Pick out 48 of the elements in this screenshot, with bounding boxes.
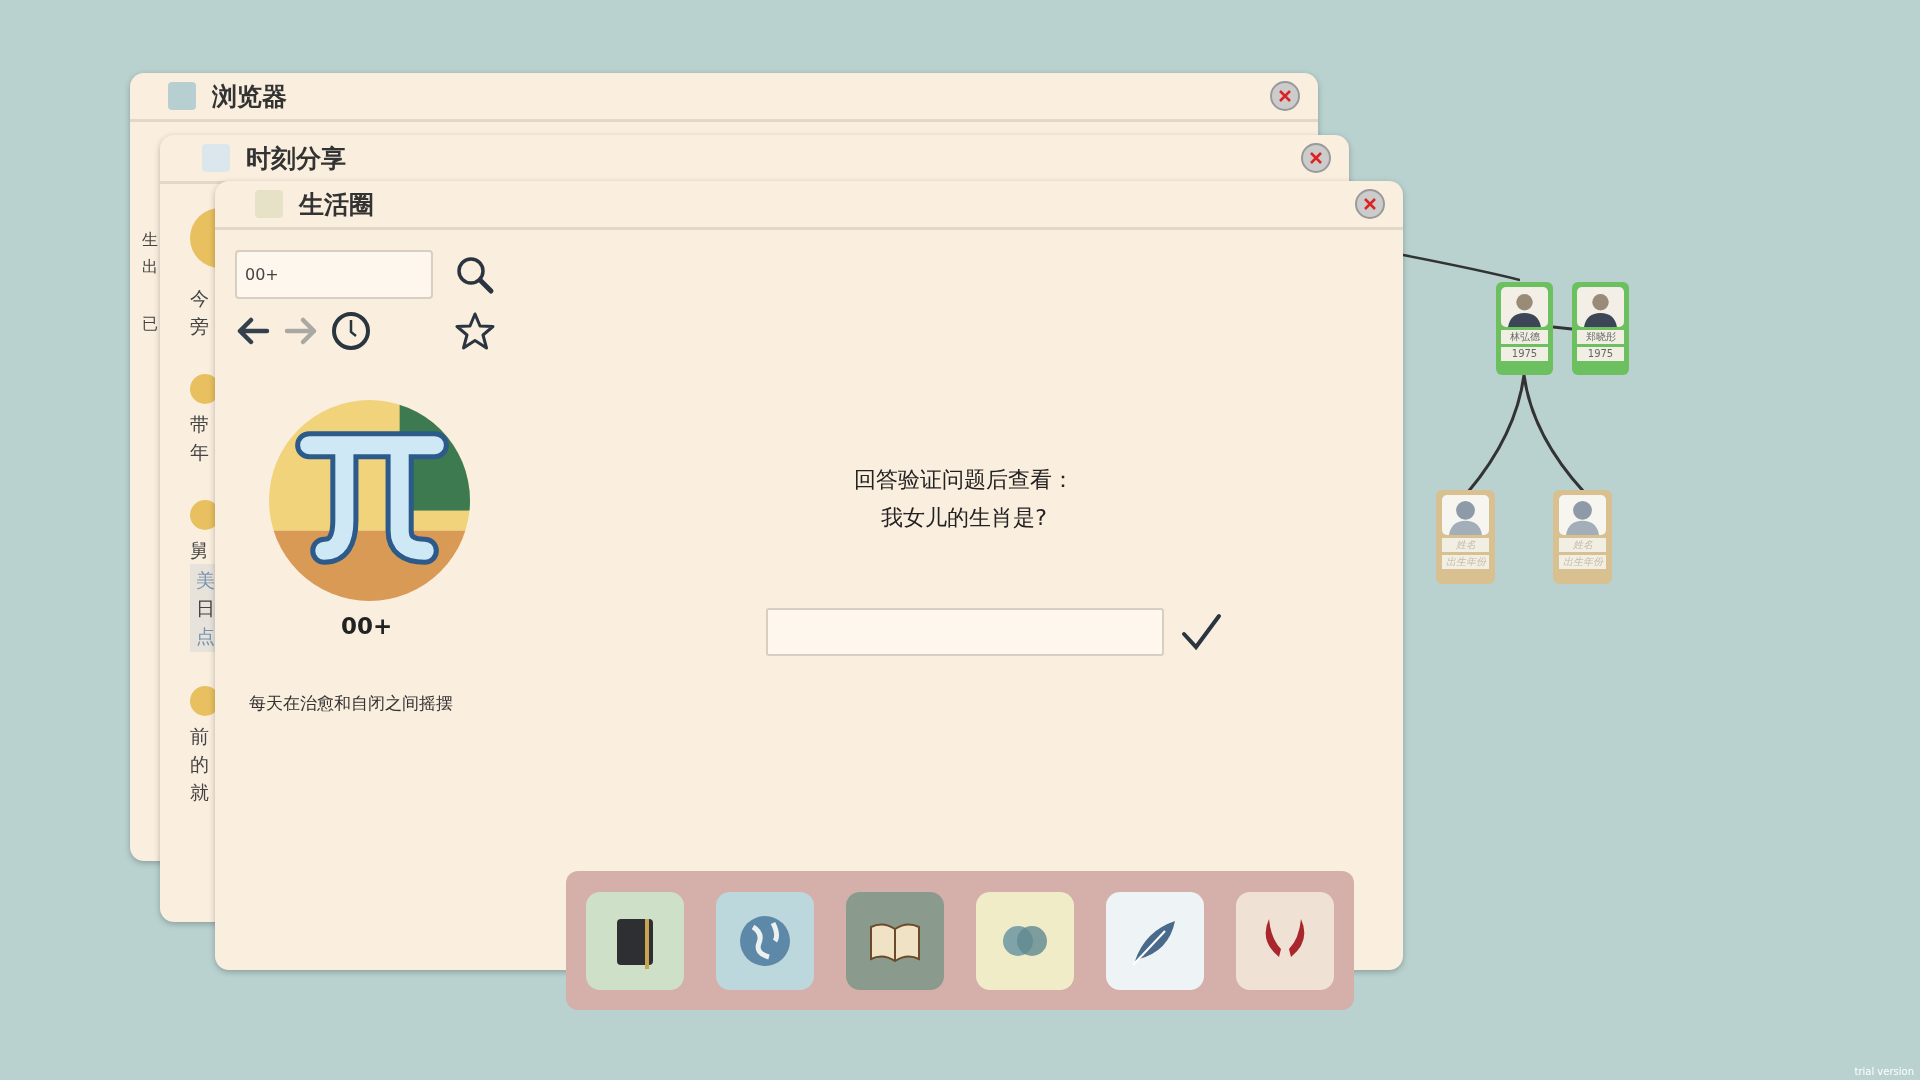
question-text: 回答验证问题后查看：	[854, 466, 1074, 494]
clock-icon[interactable]	[331, 311, 371, 351]
text-fragment: 年	[190, 440, 209, 465]
couple-connector	[1553, 325, 1572, 331]
search-field[interactable]: 00+	[235, 250, 433, 299]
back-arrow-icon[interactable]	[235, 316, 271, 346]
text-fragment: 今	[190, 286, 209, 311]
person-card[interactable]: 郑晓彤 1975	[1572, 282, 1629, 375]
text-fragment: 舅	[190, 538, 209, 563]
notebook-icon[interactable]	[586, 891, 684, 990]
search-icon[interactable]	[455, 254, 495, 295]
person-name: 郑晓彤	[1577, 330, 1624, 344]
person-silhouette-icon	[1501, 287, 1548, 327]
person-silhouette-icon	[1577, 287, 1624, 327]
feather-icon[interactable]	[1106, 891, 1204, 990]
question-text: 我女儿的生肖是?	[881, 504, 1047, 532]
profile-name: 00+	[341, 613, 393, 639]
birth-year: 1975	[1501, 347, 1548, 361]
answer-field[interactable]	[766, 608, 1164, 656]
person-silhouette-icon	[1559, 495, 1606, 535]
text-fragment: 生	[142, 229, 158, 251]
person-name: 林弘德	[1501, 330, 1548, 344]
text-fragment: 的	[190, 752, 209, 777]
text-fragment: 就	[190, 780, 209, 805]
text-fragment: 旁	[190, 314, 209, 339]
text-fragment: 出	[142, 256, 158, 278]
text-fragment: 带	[190, 412, 209, 437]
person-silhouette-icon	[1442, 495, 1489, 535]
app-icon	[168, 82, 196, 110]
star-icon[interactable]	[455, 311, 495, 351]
text-fragment: 日	[196, 596, 216, 621]
text-fragment: 前	[190, 724, 209, 749]
checkmark-icon[interactable]	[1180, 612, 1222, 652]
window-title: 时刻分享	[246, 142, 347, 175]
app-icon	[202, 144, 230, 172]
window-title: 浏览器	[212, 80, 288, 113]
open-book-icon[interactable]	[846, 891, 944, 990]
text-fragment: 已	[142, 313, 158, 335]
text-fragment: 美	[196, 568, 216, 593]
horns-icon[interactable]	[1236, 891, 1334, 990]
circles-icon[interactable]	[976, 891, 1074, 990]
person-card[interactable]: 林弘德 1975	[1496, 282, 1553, 375]
window-title: 生活圈	[299, 188, 375, 221]
text-fragment: 点	[196, 624, 216, 649]
globe-icon[interactable]	[716, 891, 814, 990]
profile-bio: 每天在治愈和自闭之间摇摆	[249, 692, 453, 715]
birth-year: 1975	[1577, 347, 1624, 361]
trial-version-label: trial version	[1854, 1066, 1914, 1077]
